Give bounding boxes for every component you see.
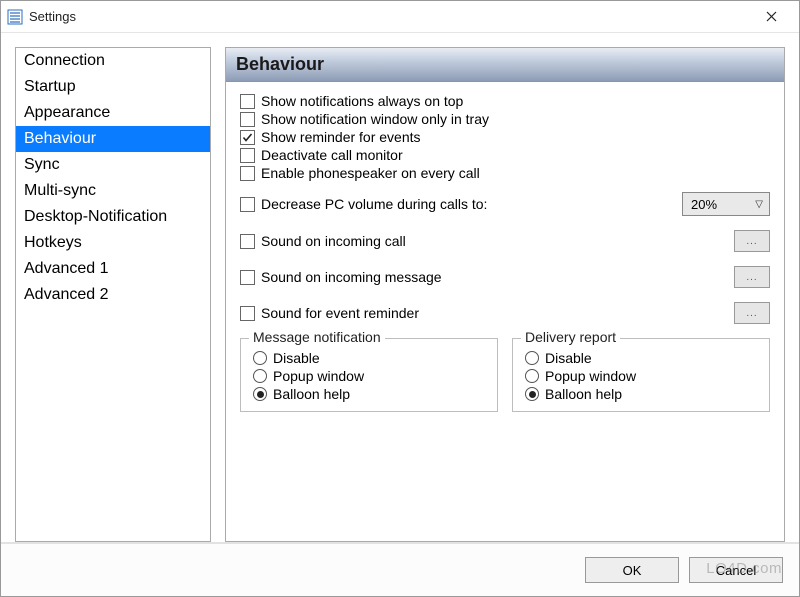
panel-title: Behaviour: [226, 48, 784, 82]
option-2-row: Show reminder for events: [240, 128, 770, 146]
sidebar-item-advanced-2[interactable]: Advanced 2: [16, 282, 210, 308]
delivery-option-2-radio[interactable]: [525, 387, 539, 401]
cancel-button[interactable]: Cancel: [689, 557, 783, 583]
checkmark-icon: [242, 132, 253, 143]
sidebar-item-connection[interactable]: Connection: [16, 48, 210, 74]
delivery-option-2-row: Balloon help: [525, 385, 757, 403]
app-icon: [7, 9, 23, 25]
sound-checkbox-1[interactable]: [240, 270, 255, 285]
sidebar-item-multi-sync[interactable]: Multi-sync: [16, 178, 210, 204]
option-4-label: Enable phonespeaker on every call: [261, 165, 480, 181]
msg-option-2-radio[interactable]: [253, 387, 267, 401]
delivery-option-0-radio[interactable]: [525, 351, 539, 365]
sidebar: ConnectionStartupAppearanceBehaviourSync…: [15, 47, 211, 542]
option-3-row: Deactivate call monitor: [240, 146, 770, 164]
option-1-checkbox[interactable]: [240, 112, 255, 127]
sound-row-0: Sound on incoming call...: [240, 230, 770, 252]
sidebar-item-hotkeys[interactable]: Hotkeys: [16, 230, 210, 256]
option-1-label: Show notification window only in tray: [261, 111, 489, 127]
delivery-option-2-label: Balloon help: [545, 386, 622, 402]
delivery-option-1-radio[interactable]: [525, 369, 539, 383]
sound-browse-button-1[interactable]: ...: [734, 266, 770, 288]
volume-percent-value: 20%: [691, 197, 717, 212]
msg-option-2-row: Balloon help: [253, 385, 485, 403]
sound-checkbox-2[interactable]: [240, 306, 255, 321]
delivery-option-1-label: Popup window: [545, 368, 636, 384]
panel-body: Show notifications always on top Show not…: [226, 82, 784, 541]
sidebar-item-sync[interactable]: Sync: [16, 152, 210, 178]
msg-option-1-label: Popup window: [273, 368, 364, 384]
sound-row-2: Sound for event reminder...: [240, 302, 770, 324]
sidebar-item-startup[interactable]: Startup: [16, 74, 210, 100]
titlebar: Settings: [1, 1, 799, 33]
chevron-down-icon: ▽: [755, 199, 763, 210]
option-1-row: Show notification window only in tray: [240, 110, 770, 128]
option-2-label: Show reminder for events: [261, 129, 421, 145]
close-icon: [766, 11, 777, 22]
message-notification-group: Message notification DisablePopup window…: [240, 338, 498, 412]
msg-option-0-label: Disable: [273, 350, 320, 366]
sound-browse-button-0[interactable]: ...: [734, 230, 770, 252]
window-title: Settings: [29, 9, 76, 24]
ok-button[interactable]: OK: [585, 557, 679, 583]
delivery-option-0-label: Disable: [545, 350, 592, 366]
msg-option-1-row: Popup window: [253, 367, 485, 385]
sidebar-item-appearance[interactable]: Appearance: [16, 100, 210, 126]
option-0-checkbox[interactable]: [240, 94, 255, 109]
option-4-row: Enable phonespeaker on every call: [240, 164, 770, 182]
settings-window: Settings ConnectionStartupAppearanceBeha…: [0, 0, 800, 597]
close-button[interactable]: [749, 2, 793, 32]
sidebar-item-behaviour[interactable]: Behaviour: [16, 126, 210, 152]
delivery-option-1-row: Popup window: [525, 367, 757, 385]
sound-label-0: Sound on incoming call: [261, 233, 406, 249]
msg-option-1-radio[interactable]: [253, 369, 267, 383]
option-3-checkbox[interactable]: [240, 148, 255, 163]
message-notification-legend: Message notification: [249, 329, 385, 345]
content-area: ConnectionStartupAppearanceBehaviourSync…: [1, 33, 799, 542]
sidebar-item-desktop-notification[interactable]: Desktop-Notification: [16, 204, 210, 230]
msg-option-0-radio[interactable]: [253, 351, 267, 365]
sound-label-2: Sound for event reminder: [261, 305, 419, 321]
msg-option-0-row: Disable: [253, 349, 485, 367]
sidebar-item-advanced-1[interactable]: Advanced 1: [16, 256, 210, 282]
sound-checkbox-0[interactable]: [240, 234, 255, 249]
volume-percent-select[interactable]: 20% ▽: [682, 192, 770, 216]
option-2-checkbox[interactable]: [240, 130, 255, 145]
option-3-label: Deactivate call monitor: [261, 147, 403, 163]
sound-browse-button-2[interactable]: ...: [734, 302, 770, 324]
option-4-checkbox[interactable]: [240, 166, 255, 181]
msg-option-2-label: Balloon help: [273, 386, 350, 402]
sound-label-1: Sound on incoming message: [261, 269, 442, 285]
sound-row-1: Sound on incoming message...: [240, 266, 770, 288]
settings-panel: Behaviour Show notifications always on t…: [225, 47, 785, 542]
delivery-report-legend: Delivery report: [521, 329, 620, 345]
footer: OK Cancel: [1, 542, 799, 596]
option-0-label: Show notifications always on top: [261, 93, 463, 109]
option-0-row: Show notifications always on top: [240, 92, 770, 110]
decrease-volume-label: Decrease PC volume during calls to:: [261, 196, 487, 212]
volume-row: Decrease PC volume during calls to: 20% …: [240, 192, 770, 216]
delivery-report-group: Delivery report DisablePopup windowBallo…: [512, 338, 770, 412]
delivery-option-0-row: Disable: [525, 349, 757, 367]
decrease-volume-checkbox[interactable]: [240, 197, 255, 212]
